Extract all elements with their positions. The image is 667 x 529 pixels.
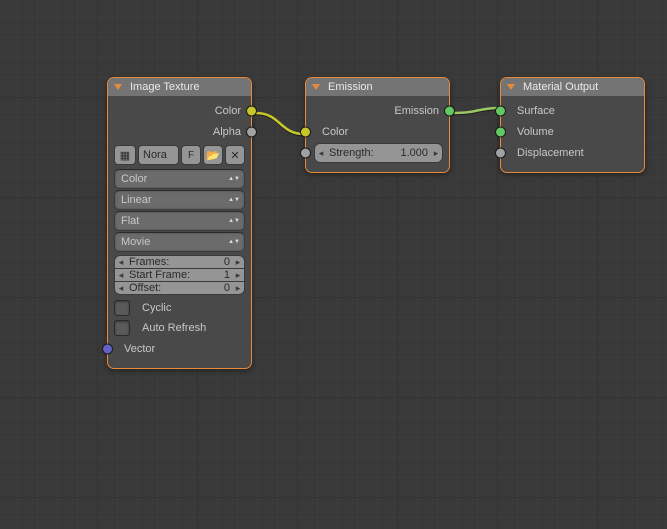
image-browse-button[interactable]: ▦ [114,145,136,165]
node-title: Material Output [523,81,598,93]
cyclic-checkbox[interactable] [114,300,130,316]
interpolation-dropdown[interactable]: Linear ▲▼ [114,190,245,210]
input-socket-row: ◂ Strength: 1.000 ▸ [312,143,443,163]
input-socket-row: Displacement [507,143,638,163]
dropdown-handle-icon: ▲▼ [230,177,238,181]
node-header[interactable]: Material Output [501,78,644,96]
output-socket-row: Emission [312,101,443,121]
dropdown-handle-icon: ▲▼ [230,219,238,223]
increment-icon[interactable]: ▸ [232,283,244,294]
node-title: Image Texture [130,81,200,93]
input-socket-volume[interactable] [495,127,506,138]
input-socket-color[interactable] [300,127,311,138]
input-label: Surface [507,105,559,117]
output-socket-emission[interactable] [444,106,455,117]
image-name-field[interactable]: Nora [138,145,179,165]
increment-icon[interactable]: ▸ [232,270,244,281]
frames-field[interactable]: ◂ Frames: 0 ▸ [114,255,245,269]
increment-icon[interactable]: ▸ [232,257,244,268]
node-header[interactable]: Image Texture [108,78,251,96]
start-frame-field[interactable]: ◂ Start Frame: 1 ▸ [114,269,245,282]
input-label: Volume [507,126,558,138]
node-header[interactable]: Emission [306,78,449,96]
projection-dropdown[interactable]: Flat ▲▼ [114,211,245,231]
output-socket-row: Color [114,101,245,121]
decrement-icon[interactable]: ◂ [115,283,127,294]
output-label: Color [211,105,245,117]
input-socket-surface[interactable] [495,106,506,117]
cyclic-label: Cyclic [138,302,175,314]
increment-icon[interactable]: ▸ [430,148,442,159]
collapse-icon[interactable] [114,84,122,90]
input-socket-row: Volume [507,122,638,142]
output-socket-alpha[interactable] [246,127,257,138]
input-socket-row: Vector [114,339,245,359]
node-title: Emission [328,81,373,93]
colorspace-dropdown[interactable]: Color ▲▼ [114,169,245,189]
unlink-image-button[interactable]: ✕ [225,145,245,165]
strength-field[interactable]: ◂ Strength: 1.000 ▸ [314,143,443,163]
offset-field[interactable]: ◂ Offset: 0 ▸ [114,282,245,295]
image-icon: ▦ [120,149,130,162]
input-socket-strength[interactable] [300,148,311,159]
dropdown-handle-icon: ▲▼ [230,240,238,244]
node-editor-canvas[interactable]: Image Texture Color Alpha ▦ Nora F 📂 ✕ C… [0,0,667,529]
output-socket-row: Alpha [114,122,245,142]
input-label: Vector [114,343,159,355]
output-label: Alpha [209,126,245,138]
collapse-icon[interactable] [312,84,320,90]
decrement-icon[interactable]: ◂ [115,270,127,281]
node-image-texture[interactable]: Image Texture Color Alpha ▦ Nora F 📂 ✕ C… [107,77,252,369]
input-label: Color [312,126,352,138]
node-material-output[interactable]: Material Output Surface Volume Displacem… [500,77,645,173]
dropdown-handle-icon: ▲▼ [230,198,238,202]
input-socket-displacement[interactable] [495,148,506,159]
decrement-icon[interactable]: ◂ [115,257,127,268]
output-socket-color[interactable] [246,106,257,117]
source-dropdown[interactable]: Movie ▲▼ [114,232,245,252]
folder-icon: 📂 [206,149,220,162]
close-icon: ✕ [230,149,239,162]
node-emission[interactable]: Emission Emission Color ◂ Strength: 1.00… [305,77,450,173]
input-socket-row: Color [312,122,443,142]
decrement-icon[interactable]: ◂ [315,148,327,159]
input-socket-vector[interactable] [102,344,113,355]
output-label: Emission [390,105,443,117]
auto-refresh-checkbox[interactable] [114,320,130,336]
fake-user-button[interactable]: F [181,145,201,165]
auto-refresh-label: Auto Refresh [138,322,210,334]
input-socket-row: Surface [507,101,638,121]
input-label: Displacement [507,147,588,159]
collapse-icon[interactable] [507,84,515,90]
open-image-button[interactable]: 📂 [203,145,223,165]
